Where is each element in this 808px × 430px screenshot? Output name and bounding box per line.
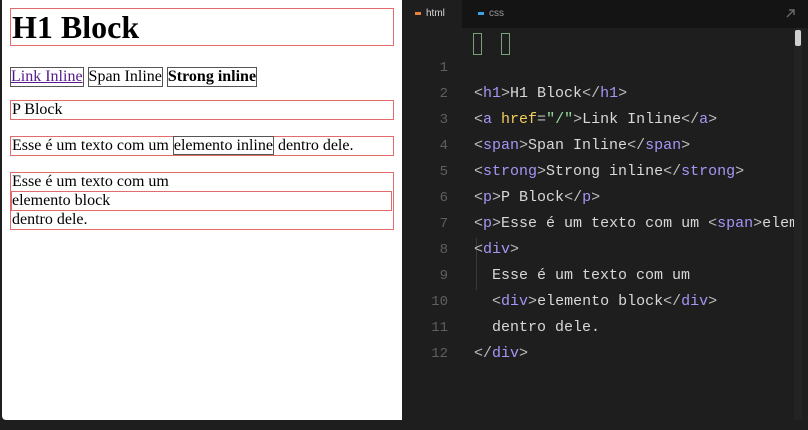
preview-pane: H1 Block Link Inline Span Inline Strong …	[2, 0, 402, 420]
p-inline-after: dentro dele.	[273, 137, 354, 154]
css-tab-marker	[478, 11, 484, 15]
tab-css[interactable]: css	[470, 0, 504, 28]
preview-div-block: Esse é um texto com um elemento block de…	[10, 172, 394, 230]
code-line: 12	[402, 315, 794, 362]
preview-h1: H1 Block	[10, 8, 394, 46]
preview-p-inline: Esse é um texto com um elemento inline d…	[10, 136, 394, 156]
code-area[interactable]: 1 <h1>H1 Block</h1> 2 <a href="/">Link I…	[402, 28, 794, 430]
preview-p-block: P Block	[10, 100, 394, 120]
code-line: 9 <div>elemento block</div>	[402, 237, 794, 310]
code-line: 10 dentro dele.	[402, 263, 794, 336]
scrollbar-thumb[interactable]	[795, 30, 801, 46]
div-block-after: dentro dele.	[12, 211, 88, 228]
div-block-element: elemento block	[11, 191, 392, 211]
scrollbar-track[interactable]	[794, 28, 802, 420]
editor-tabs: html css	[402, 0, 808, 28]
code-line: 6 <p>Esse é um texto com um <span>elemen…	[402, 159, 794, 232]
code-line: 8 Esse é um texto com um	[402, 211, 794, 284]
code-line: 7 <div>	[402, 185, 794, 258]
div-block-before: Esse é um texto com um	[12, 173, 169, 190]
html-tab-marker	[415, 11, 421, 15]
app: H1 Block Link Inline Span Inline Strong …	[0, 0, 808, 430]
code-editor[interactable]: html css 1 <h1>H1 Block</h1> 2 <a href="…	[402, 0, 808, 430]
tab-html[interactable]: html	[402, 0, 462, 28]
code-line: 2 <a href="/">Link Inline</a>	[402, 55, 794, 128]
code-line: 5 <p>P Block</p>	[402, 133, 794, 206]
code-line: 1 <h1>H1 Block</h1>	[402, 29, 794, 102]
code-line: 11 </div>	[402, 289, 794, 362]
tab-css-label: css	[489, 8, 504, 19]
tab-html-label: html	[426, 8, 445, 19]
code-line: 3 <span>Span Inline</span>	[402, 81, 794, 154]
code-line: 4 <strong>Strong inline</strong>	[402, 107, 794, 180]
preview-strong: Strong inline	[166, 67, 258, 87]
preview-span: Span Inline	[87, 67, 163, 87]
expand-icon[interactable]	[785, 8, 796, 19]
p-inline-before: Esse é um texto com um	[12, 137, 173, 154]
preview-link[interactable]: Link Inline	[10, 67, 84, 87]
p-inline-element: elemento inline	[172, 136, 274, 155]
inline-row: Link Inline Span Inline Strong inline	[10, 67, 394, 87]
line-number: 12	[431, 346, 448, 362]
